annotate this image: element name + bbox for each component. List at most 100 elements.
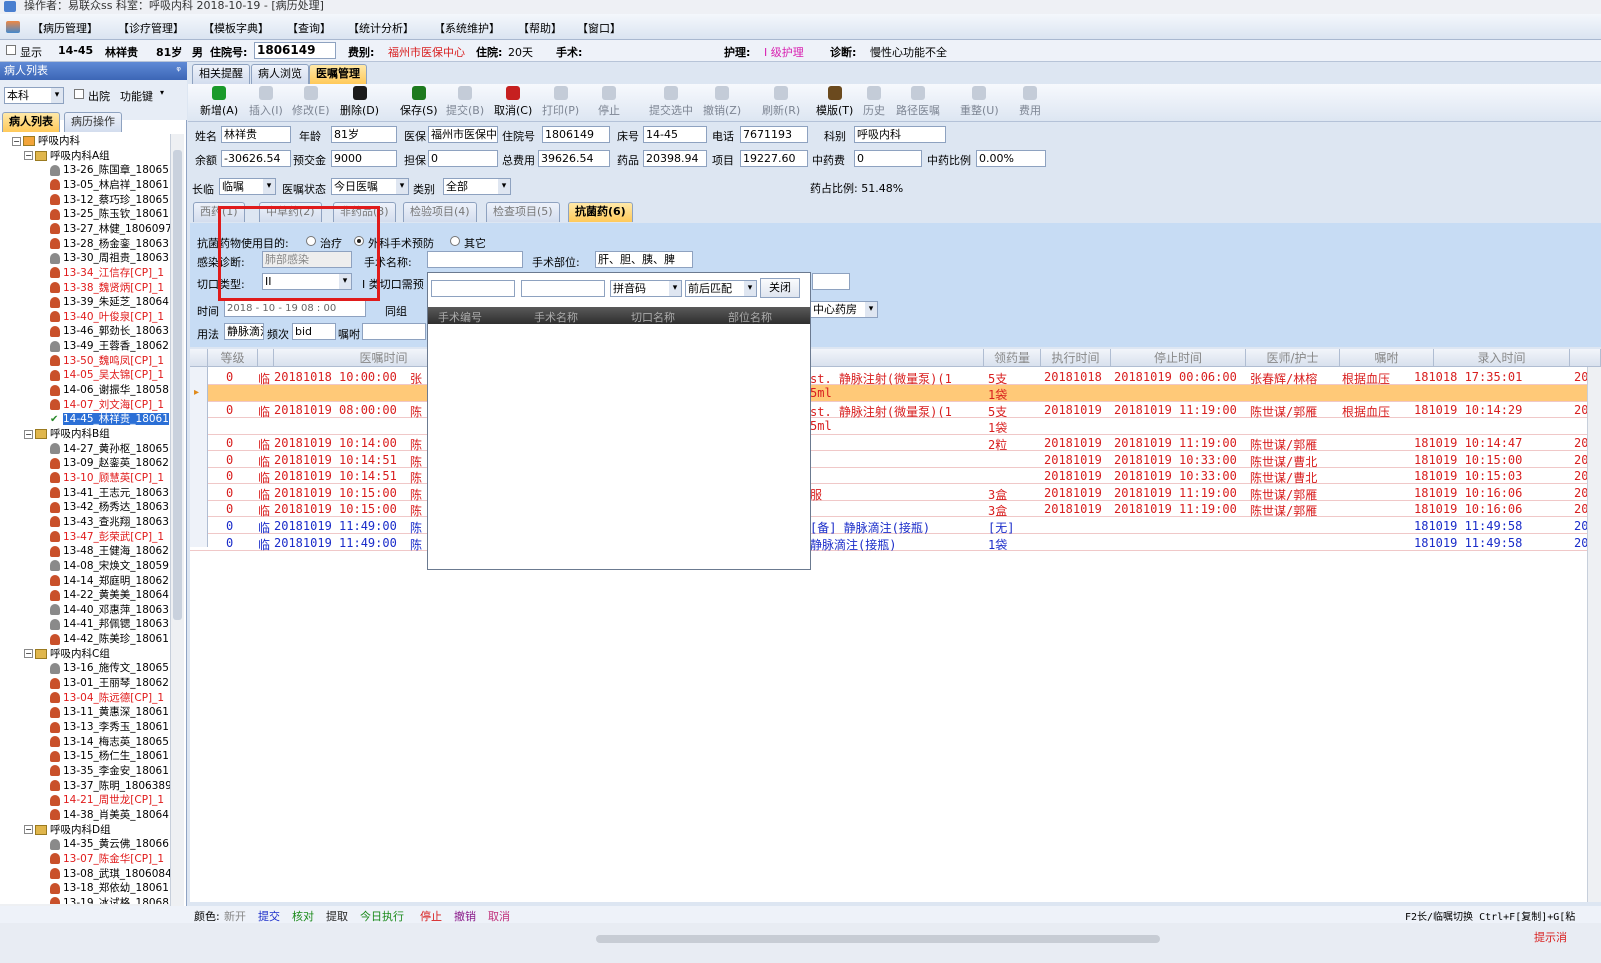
- popup-match-mode-select[interactable]: 前后匹配: [685, 280, 757, 297]
- pharmacy-select[interactable]: 中心药房: [810, 301, 878, 318]
- patient-item[interactable]: 13-01_王丽琴_18062: [50, 676, 169, 690]
- grid-header[interactable]: [190, 349, 208, 367]
- inpatient-field[interactable]: 1806149: [542, 126, 610, 143]
- table-row[interactable]: 0 临 20181019 10:15:00 陈 3盒 20181019 20181019 1…: [190, 501, 1601, 518]
- patient-item[interactable]: 14-05_吴太锦[CP]_1: [50, 368, 164, 382]
- toolbar-button-11[interactable]: 刷新(R): [762, 86, 800, 118]
- tree-group[interactable]: − 呼吸内科D组: [24, 823, 111, 837]
- patient-item[interactable]: 13-40_叶俊泉[CP]_1: [50, 310, 164, 324]
- toolbar-button-8[interactable]: 停止: [598, 86, 620, 118]
- patient-item[interactable]: 14-42_陈美珍_18061: [50, 632, 169, 646]
- table-row[interactable]: 0 临 20181019 10:14:51 陈 20181019 20181019 10:…: [190, 468, 1601, 485]
- popup-name-input[interactable]: [521, 280, 605, 297]
- tab-lab[interactable]: 检验项目(4): [403, 202, 477, 222]
- function-key-button[interactable]: 功能键: [120, 88, 153, 104]
- tree-group[interactable]: − 呼吸内科B组: [24, 427, 110, 441]
- patient-item[interactable]: 14-21_周世龙[CP]_1: [50, 793, 164, 807]
- menu-diagnosis[interactable]: 【诊疗管理】: [118, 20, 184, 36]
- discharged-checkbox[interactable]: [74, 89, 84, 99]
- patient-item[interactable]: 13-12_蔡巧珍_18065: [50, 193, 169, 207]
- tab-browse[interactable]: 病人浏览: [251, 64, 309, 84]
- menu-templates[interactable]: 【模板字典】: [203, 20, 269, 36]
- order-status-select[interactable]: 今日医嘱: [331, 178, 409, 195]
- patient-item[interactable]: 13-48_王健海_18062: [50, 544, 169, 558]
- drug-field[interactable]: 20398.94: [643, 150, 707, 167]
- patient-item[interactable]: 14-06_谢振华_18058: [50, 383, 169, 397]
- patient-item[interactable]: 14-41_邦佩锶_18063: [50, 617, 169, 631]
- grid-header[interactable]: 医师/护士: [1246, 349, 1340, 367]
- table-row[interactable]: 5ml 1袋: [190, 385, 1601, 402]
- toolbar-button-7[interactable]: 打印(P): [542, 86, 579, 118]
- patient-item[interactable]: 13-14_梅志英_18065: [50, 735, 169, 749]
- item-field[interactable]: 19227.60: [740, 150, 808, 167]
- table-row[interactable]: 0 临 20181019 10:15:00 陈服 3盒 20181019 20181019 …: [190, 485, 1601, 502]
- function-dropdown-icon[interactable]: ▾: [160, 88, 164, 97]
- toolbar-button-10[interactable]: 撤销(Z): [703, 86, 741, 118]
- grid-header[interactable]: [1570, 349, 1601, 367]
- collapse-icon[interactable]: −: [24, 429, 33, 439]
- patient-item[interactable]: ✔ 14-45_林祥贵_18061: [50, 412, 169, 426]
- dept-field[interactable]: 呼吸内科: [854, 126, 946, 143]
- tab-exam[interactable]: 检查项目(5): [486, 202, 560, 222]
- herb-field[interactable]: 0: [854, 150, 922, 167]
- patient-item[interactable]: 13-05_林启祥_18061: [50, 178, 169, 192]
- name-field[interactable]: 林祥贵: [221, 126, 291, 143]
- grid-header[interactable]: 领药量: [984, 349, 1041, 367]
- scope-select[interactable]: 本科: [4, 87, 64, 104]
- collapse-icon[interactable]: −: [12, 136, 21, 146]
- patient-item[interactable]: 13-50_魏鸣凤[CP]_1: [50, 354, 164, 368]
- tab-record-ops[interactable]: 病历操作: [64, 112, 122, 132]
- note-field[interactable]: [362, 323, 426, 340]
- patient-item[interactable]: 13-10_顾慧英[CP]_1: [50, 471, 164, 485]
- table-row[interactable]: 5ml 1袋: [190, 418, 1601, 435]
- patient-item[interactable]: 13-04_陈远德[CP]_1: [50, 691, 164, 705]
- menu-window[interactable]: 【窗口】: [577, 20, 621, 36]
- patient-item[interactable]: 14-08_宋焕文_18059: [50, 559, 169, 573]
- patient-item[interactable]: 13-35_李金安_18061: [50, 764, 169, 778]
- menu-system[interactable]: 【系统维护】: [434, 20, 500, 36]
- patient-item[interactable]: 14-40_邓惠萍_18063: [50, 603, 169, 617]
- patient-item[interactable]: 13-34_江信存[CP]_1: [50, 266, 164, 280]
- surgery-name-field[interactable]: [427, 251, 523, 268]
- toolbar-button-1[interactable]: 插入(I): [249, 86, 283, 118]
- grid-header[interactable]: 执行时间: [1041, 349, 1111, 367]
- tab-orders[interactable]: 医嘱管理: [309, 64, 367, 84]
- collapse-icon[interactable]: −: [24, 649, 33, 659]
- grid-header[interactable]: 等级: [208, 349, 258, 367]
- toolbar-button-5[interactable]: 提交(B): [446, 86, 484, 118]
- popup-match-type-select[interactable]: 拼音码: [610, 280, 682, 297]
- grid-header[interactable]: [258, 349, 274, 367]
- frequency-field[interactable]: bid: [292, 323, 336, 340]
- category-select[interactable]: 全部: [443, 178, 511, 195]
- patient-item[interactable]: 14-38_肖美英_18064: [50, 808, 169, 822]
- table-row[interactable]: 0 临 20181018 10:00:00 张 st. 静脉注射(微量泵)(1 5支 201…: [190, 369, 1601, 386]
- balance-field[interactable]: -30626.54: [221, 150, 291, 167]
- herb-ratio-field[interactable]: 0.00%: [976, 150, 1046, 167]
- deposit-field[interactable]: 9000: [331, 150, 397, 167]
- patient-item[interactable]: 14-14_郑庭明_18062: [50, 574, 169, 588]
- patient-item[interactable]: 13-41_王志元_18063: [50, 486, 169, 500]
- toolbar-button-0[interactable]: 新增(A): [200, 86, 238, 118]
- tree-scrollbar[interactable]: [170, 134, 184, 906]
- tree-scroll-thumb[interactable]: [173, 150, 182, 620]
- menu-help[interactable]: 【帮助】: [518, 20, 562, 36]
- bed-field[interactable]: 14-45: [643, 126, 707, 143]
- patient-item[interactable]: 13-43_查兆翔_18063: [50, 515, 169, 529]
- patient-item[interactable]: 13-38_魏贤炳[CP]_1: [50, 281, 164, 295]
- toolbar-button-3[interactable]: 删除(D): [340, 86, 379, 118]
- table-row[interactable]: 0 临 20181019 11:49:00 陈 静脉滴注(接瓶) 1袋 181019 11:…: [190, 535, 1601, 552]
- patient-item[interactable]: 13-25_陈玉钦_18061: [50, 207, 169, 221]
- patient-item[interactable]: 13-07_陈金华[CP]_1: [50, 852, 164, 866]
- purpose-other-radio[interactable]: [450, 236, 460, 246]
- grid-header[interactable]: 嘱咐: [1340, 349, 1434, 367]
- collapse-icon[interactable]: −: [24, 151, 33, 161]
- surgery-site-field[interactable]: 肝、胆、胰、脾: [595, 251, 693, 268]
- patient-item[interactable]: 13-42_杨秀达_18063: [50, 500, 169, 514]
- toolbar-button-15[interactable]: 重整(U): [960, 86, 999, 118]
- tab-patient-list[interactable]: 病人列表: [2, 112, 60, 132]
- toolbar-button-13[interactable]: 历史: [863, 86, 885, 118]
- toolbar-button-9[interactable]: 提交选中: [649, 86, 693, 118]
- patient-item[interactable]: 13-18_郑依幼_18061: [50, 881, 169, 895]
- patient-item[interactable]: 13-13_李秀玉_18061: [50, 720, 169, 734]
- collapse-icon[interactable]: −: [24, 825, 33, 835]
